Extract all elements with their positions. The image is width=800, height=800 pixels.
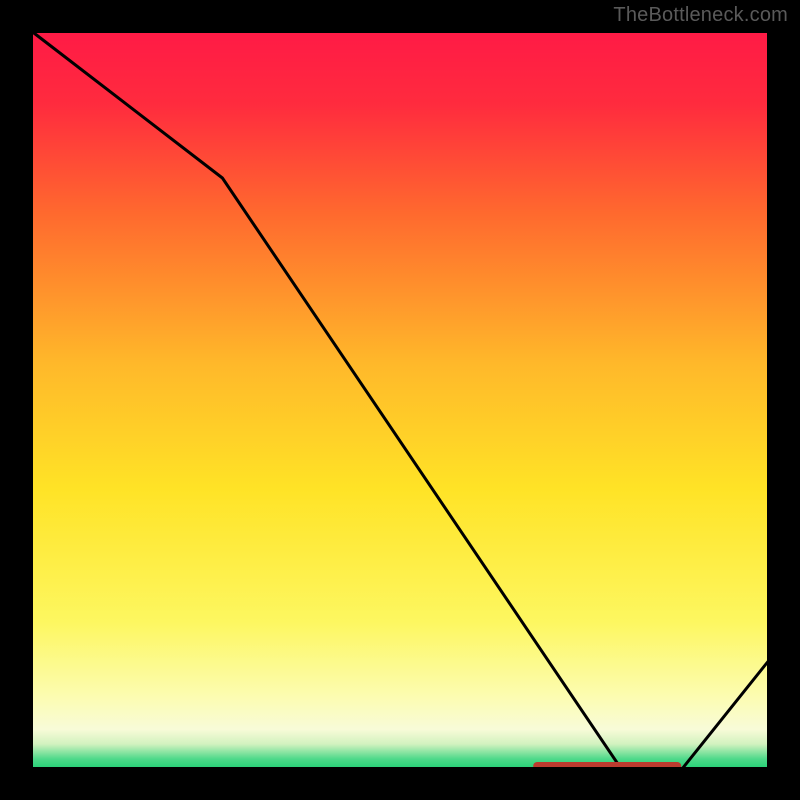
bottleneck-chart: [0, 0, 800, 800]
chart-stage: TheBottleneck.com: [0, 0, 800, 800]
plot-background: [30, 30, 770, 770]
